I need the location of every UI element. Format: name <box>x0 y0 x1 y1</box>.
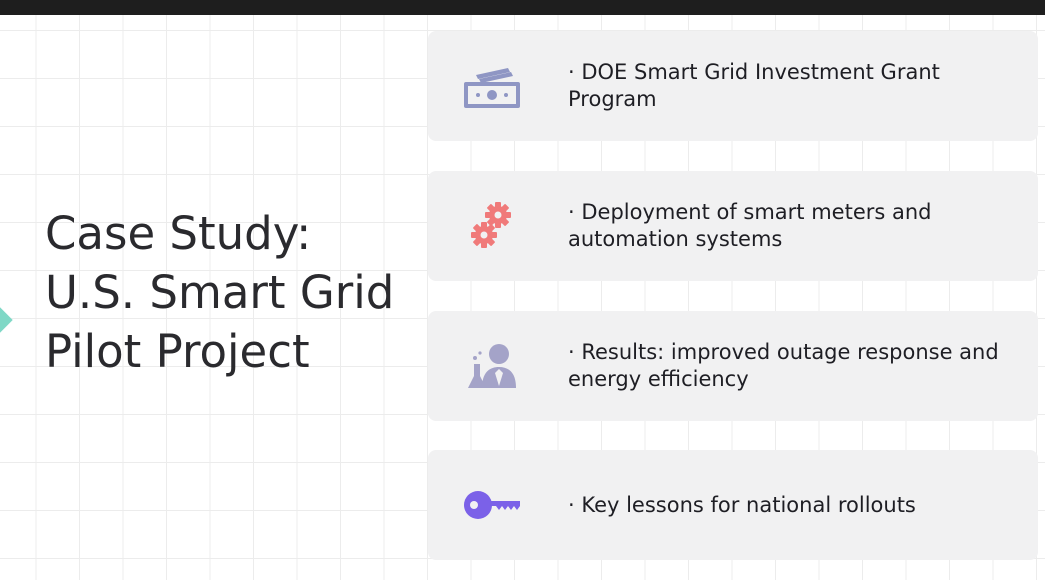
money-icon <box>464 58 520 114</box>
card-results: · Results: improved outage response and … <box>428 311 1038 421</box>
card-grant-program: · DOE Smart Grid Investment Grant Progra… <box>428 31 1038 141</box>
accent-diamond <box>0 307 13 333</box>
card-text: · Results: improved outage response and … <box>568 340 999 391</box>
card-text: · Deployment of smart meters and automat… <box>568 200 932 251</box>
top-bar <box>0 0 1045 15</box>
key-icon <box>464 477 520 533</box>
card-smart-meters: · Deployment of smart meters and automat… <box>428 171 1038 281</box>
gears-icon <box>464 198 520 254</box>
card-text: · Key lessons for national rollouts <box>568 492 916 517</box>
card-text: · DOE Smart Grid Investment Grant Progra… <box>568 60 940 111</box>
scientist-icon <box>464 338 520 394</box>
card-key-lessons: · Key lessons for national rollouts <box>428 450 1038 560</box>
slide-title: Case Study: U.S. Smart Grid Pilot Projec… <box>45 207 395 378</box>
